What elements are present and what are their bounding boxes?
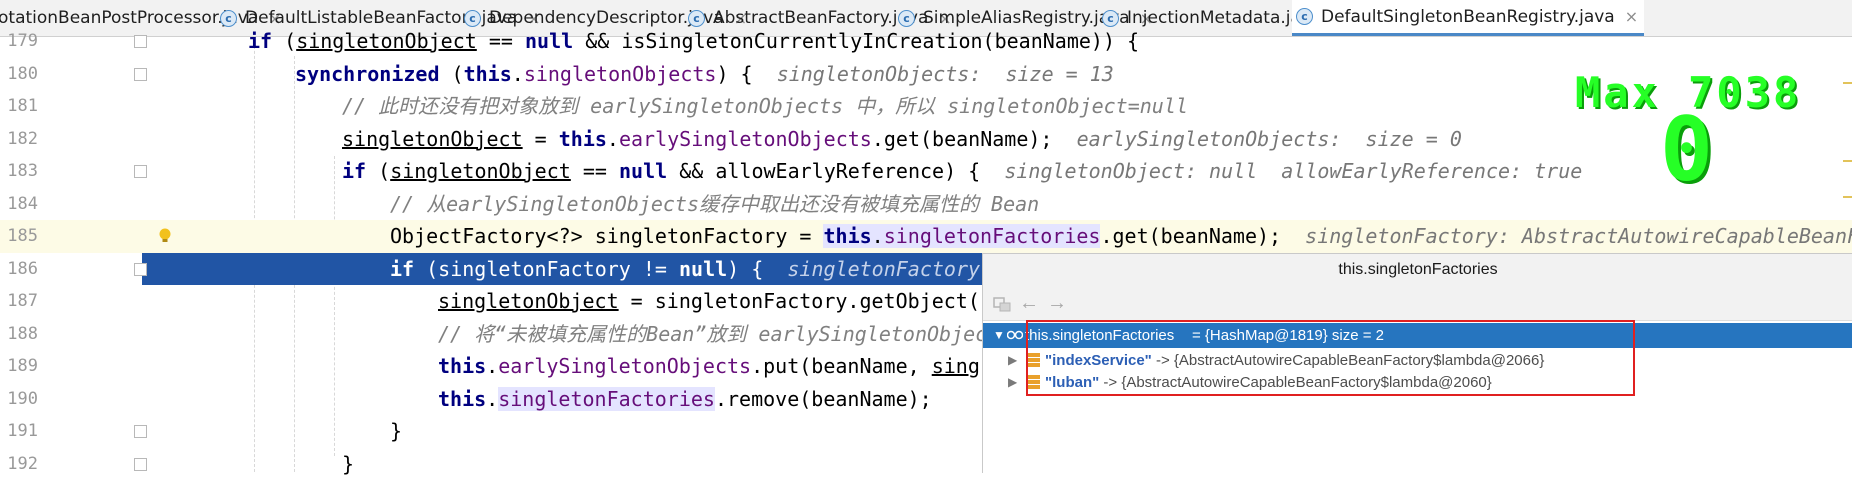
line-number: 190 — [0, 383, 38, 416]
code-line-179[interactable]: 179 if (singletonObject == null && isSin… — [0, 25, 1852, 58]
debug-inline-value: earlySingletonObjects: size = 0 — [1077, 127, 1462, 151]
line-number: 192 — [0, 448, 38, 480]
watch-icon[interactable] — [993, 296, 1011, 312]
line-number: 183 — [0, 155, 38, 188]
code-line-182[interactable]: 182 singletonObject = this.earlySingleto… — [0, 123, 1852, 156]
scrollbar-marker[interactable] — [1843, 160, 1852, 162]
code-text: ObjectFactory<?> singletonFactory = this… — [390, 220, 1852, 253]
class-icon: c — [898, 10, 915, 27]
code-text: singletonObject = singletonFactory.getOb… — [438, 285, 980, 318]
fold-marker-icon[interactable] — [134, 68, 147, 81]
code-text: singletonObject = this.earlySingletonObj… — [342, 123, 1462, 156]
code-line-185[interactable]: 185 ObjectFactory<?> singletonFactory = … — [0, 220, 1852, 253]
line-number: 182 — [0, 123, 38, 156]
popup-toolbar: ← → — [983, 286, 1852, 321]
code-text: this.singletonFactories.remove(beanName)… — [438, 383, 932, 416]
code-line-183[interactable]: 183 if (singletonObject == null && allow… — [0, 155, 1852, 188]
line-number: 187 — [0, 285, 38, 318]
code-text: } — [390, 415, 402, 448]
fold-marker-icon[interactable] — [134, 35, 147, 48]
fold-marker-icon[interactable] — [134, 263, 147, 276]
lightbulb-icon[interactable] — [158, 228, 172, 244]
line-number: 189 — [0, 350, 38, 383]
scrollbar-marker[interactable] — [1843, 196, 1852, 198]
code-text: if (singletonObject == null && isSinglet… — [248, 25, 1139, 58]
forward-arrow-icon[interactable]: → — [1047, 292, 1067, 315]
code-text: if (singletonFactory != null) { singleto… — [390, 253, 980, 286]
code-line-184[interactable]: 184 // 从earlySingletonObjects缓存中取出还没有被填充… — [0, 188, 1852, 221]
expand-arrow-icon[interactable]: ▶ — [1008, 370, 1017, 395]
line-number: 180 — [0, 58, 38, 91]
line-number: 179 — [0, 25, 38, 58]
class-icon: c — [1102, 10, 1119, 27]
line-number: 191 — [0, 415, 38, 448]
watch-glasses-icon — [1007, 330, 1023, 340]
class-icon: c — [688, 10, 705, 27]
tab-label: DefaultSingletonBeanRegistry.java — [1321, 7, 1615, 27]
collapse-arrow-icon[interactable]: ▼ — [993, 323, 1005, 348]
code-comment: // 从earlySingletonObjects缓存中取出还没有被填充属性的 … — [390, 188, 1039, 221]
line-number: 184 — [0, 188, 38, 221]
line-number: 188 — [0, 318, 38, 351]
code-text: } — [342, 448, 354, 480]
class-icon: c — [464, 10, 481, 27]
back-arrow-icon[interactable]: ← — [1019, 292, 1039, 315]
counter-value-overlay: 0 — [1660, 98, 1713, 201]
debug-inline-value: singletonFactory: AbstractAutowireCapabl… — [1305, 224, 1852, 248]
close-icon[interactable]: × — [1625, 7, 1638, 26]
line-number: 185 — [0, 220, 38, 253]
popup-title: this.singletonFactories — [983, 254, 1852, 286]
line-number: 186 — [0, 253, 38, 286]
class-icon: c — [1296, 8, 1313, 25]
fold-marker-icon[interactable] — [134, 458, 147, 471]
debug-inline-value: singletonObject: null allowEarlyReferenc… — [1004, 159, 1582, 183]
scrollbar-marker[interactable] — [1843, 82, 1852, 84]
code-text: synchronized (this.singletonObjects) { s… — [295, 58, 1114, 91]
code-comment: // 将“未被填充属性的Bean”放到 earlySingletonObjec — [438, 318, 987, 351]
fold-marker-icon[interactable] — [134, 425, 147, 438]
line-number: 181 — [0, 90, 38, 123]
code-text: if (singletonObject == null && allowEarl… — [342, 155, 1582, 188]
code-text: this.earlySingletonObjects.put(beanName,… — [438, 350, 980, 383]
debug-inline-value: singletonFactory — [787, 257, 980, 281]
annotation-highlight-box — [1026, 320, 1635, 396]
debug-inline-value: singletonObjects: size = 13 — [777, 62, 1114, 86]
fold-marker-icon[interactable] — [134, 165, 147, 178]
class-icon: c — [220, 10, 237, 27]
code-comment: // 此时还没有把对象放到 earlySingletonObjects 中，所以… — [342, 90, 1188, 123]
